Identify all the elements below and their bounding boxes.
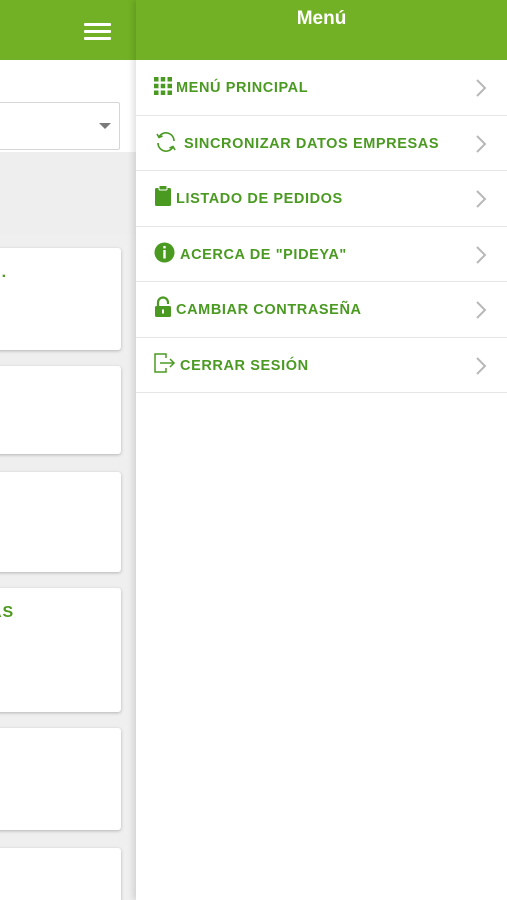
hamburger-menu-icon[interactable] bbox=[84, 22, 112, 42]
list-card[interactable] bbox=[0, 848, 121, 900]
menu-item-main-menu[interactable]: MENÚ PRINCIPAL bbox=[136, 60, 507, 116]
background-app-screen: S. AS . bbox=[0, 0, 136, 900]
lock-icon bbox=[155, 296, 171, 317]
drawer-header: Menú bbox=[136, 0, 507, 60]
sync-icon bbox=[156, 131, 176, 152]
chevron-right-icon bbox=[476, 245, 487, 264]
navigation-drawer: Menú MENÚ PRINCIPAL SINCRONIZAR DATOS EM… bbox=[136, 0, 507, 900]
list-card[interactable] bbox=[0, 366, 121, 454]
menu-item-label: CERRAR SESIÓN bbox=[180, 357, 309, 374]
filter-area bbox=[0, 60, 136, 152]
drawer-title: Menú bbox=[296, 8, 347, 29]
chevron-right-icon bbox=[476, 134, 487, 153]
section-band bbox=[0, 152, 136, 234]
menu-item-about[interactable]: ACERCA DE "PIDEYA" bbox=[136, 227, 507, 282]
company-select[interactable] bbox=[0, 102, 120, 150]
menu-item-label: MENÚ PRINCIPAL bbox=[176, 80, 309, 96]
list-card[interactable]: . bbox=[0, 728, 121, 830]
chevron-right-icon bbox=[476, 356, 487, 375]
menu-item-logout[interactable]: CERRAR SESIÓN bbox=[136, 338, 507, 393]
list-card[interactable]: AS bbox=[0, 588, 121, 712]
chevron-right-icon bbox=[476, 190, 487, 208]
caret-down-icon bbox=[99, 123, 111, 129]
chevron-right-icon bbox=[476, 301, 487, 319]
menu-item-label: SINCRONIZAR DATOS EMPRESAS bbox=[184, 135, 440, 152]
menu-item-change-password[interactable]: CAMBIAR CONTRASEÑA bbox=[136, 282, 507, 338]
menu-item-label: CAMBIAR CONTRASEÑA bbox=[176, 302, 362, 318]
menu-item-order-list[interactable]: LISTADO DE PEDIDOS bbox=[136, 171, 507, 227]
info-icon bbox=[154, 242, 175, 262]
app-header bbox=[0, 0, 136, 60]
grid-icon bbox=[154, 77, 172, 95]
list-card[interactable]: S. bbox=[0, 248, 121, 350]
menu-item-label: ACERCA DE "PIDEYA" bbox=[180, 246, 347, 263]
list-card-title: AS bbox=[0, 604, 15, 621]
menu-item-sync-companies[interactable]: SINCRONIZAR DATOS EMPRESAS bbox=[136, 116, 507, 171]
drawer-menu-list: MENÚ PRINCIPAL SINCRONIZAR DATOS EMPRESA… bbox=[136, 60, 507, 393]
clipboard-icon bbox=[155, 185, 171, 206]
chevron-right-icon bbox=[476, 79, 487, 97]
logout-icon bbox=[154, 352, 176, 373]
menu-item-label: LISTADO DE PEDIDOS bbox=[176, 191, 343, 207]
list-card[interactable] bbox=[0, 472, 121, 572]
list-card-title: S. bbox=[0, 264, 8, 281]
